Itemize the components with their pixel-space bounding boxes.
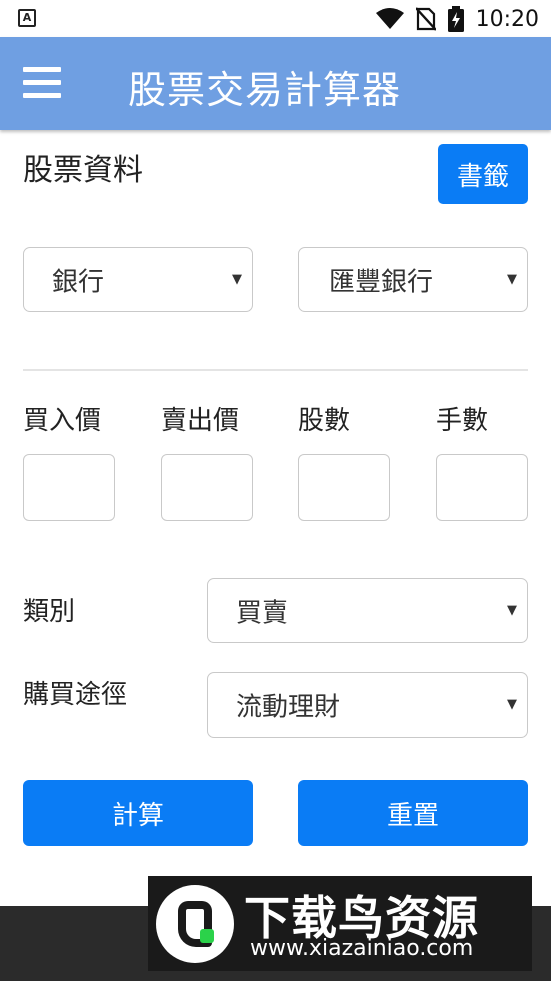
status-icons: 10:20 bbox=[375, 5, 539, 33]
shares-label: 股數 bbox=[298, 406, 351, 436]
watermark-logo-icon bbox=[156, 885, 234, 963]
dropdown-caret-icon: ▼ bbox=[507, 602, 517, 618]
type-select-value: 買賣 bbox=[236, 598, 289, 628]
battery-charging-icon bbox=[447, 6, 464, 32]
stock-select-value: 匯豐銀行 bbox=[329, 267, 434, 297]
sell-price-input[interactable] bbox=[161, 454, 253, 521]
lots-label: 手數 bbox=[436, 406, 489, 436]
bookmark-button[interactable]: 書籤 bbox=[438, 144, 528, 204]
channel-label: 購買途徑 bbox=[23, 680, 128, 710]
reset-button[interactable]: 重置 bbox=[298, 780, 528, 846]
watermark-url: www.xiazainiao.com bbox=[250, 936, 474, 961]
stock-select[interactable]: 匯豐銀行 ▼ bbox=[298, 247, 528, 312]
app-bar: 股票交易計算器 bbox=[0, 37, 551, 130]
section-divider bbox=[23, 369, 528, 371]
hamburger-menu-icon[interactable] bbox=[23, 67, 61, 99]
type-select[interactable]: 買賣 ▼ bbox=[207, 578, 528, 643]
status-bar: A 10:20 bbox=[0, 0, 551, 37]
channel-select[interactable]: 流動理財 ▼ bbox=[207, 672, 528, 738]
dropdown-caret-icon: ▼ bbox=[507, 271, 517, 287]
category-select[interactable]: 銀行 ▼ bbox=[23, 247, 253, 312]
watermark: 下载鸟资源 www.xiazainiao.com bbox=[148, 876, 532, 971]
lots-input[interactable] bbox=[436, 454, 528, 521]
buy-price-label: 買入價 bbox=[23, 406, 102, 436]
sell-price-label: 賣出價 bbox=[161, 406, 240, 436]
category-select-value: 銀行 bbox=[52, 267, 105, 297]
calculate-button[interactable]: 計算 bbox=[23, 780, 253, 846]
accessibility-a-icon: A bbox=[18, 9, 36, 27]
wifi-icon bbox=[375, 8, 404, 29]
dropdown-caret-icon: ▼ bbox=[232, 271, 242, 287]
app-title: 股票交易計算器 bbox=[128, 68, 402, 112]
buy-price-input[interactable] bbox=[23, 454, 115, 521]
clock-time: 10:20 bbox=[475, 6, 539, 32]
type-label: 類別 bbox=[23, 597, 76, 627]
channel-select-value: 流動理財 bbox=[236, 692, 341, 723]
stock-info-title: 股票資料 bbox=[23, 153, 143, 188]
dropdown-caret-icon: ▼ bbox=[507, 696, 517, 712]
shares-input[interactable] bbox=[298, 454, 390, 521]
no-sim-icon bbox=[415, 7, 436, 31]
